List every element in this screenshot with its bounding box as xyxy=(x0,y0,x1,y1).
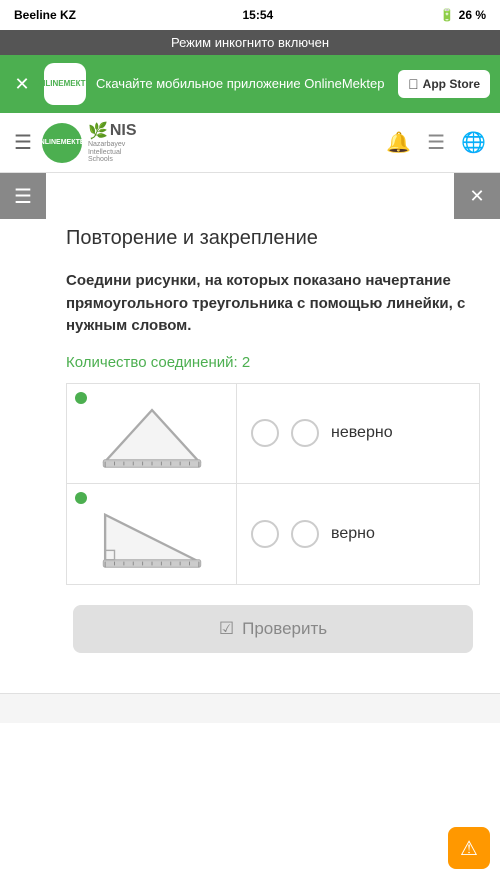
bottom-bar xyxy=(0,693,500,723)
check-button-area: ☑ Проверить xyxy=(66,585,480,673)
app-store-label: App Store xyxy=(423,77,480,91)
radio-button-1b[interactable] xyxy=(291,419,319,447)
content-wrapper: ☰ ✕ Повторение и закрепление Соедини рис… xyxy=(0,173,500,693)
nis-top: 🌿 NIS xyxy=(88,121,137,141)
battery-icon: 🔋 xyxy=(440,8,455,22)
leaf-icon: 🌿 xyxy=(88,121,108,141)
sidebar-toggle-button[interactable]: ☰ xyxy=(0,173,46,219)
promo-description: Скачайте мобильное приложение OnlineMekt… xyxy=(96,76,388,93)
match-row: неверно xyxy=(67,384,479,484)
radio-group-1 xyxy=(251,419,319,447)
match-container: неверно xyxy=(66,383,480,585)
carrier-text: Beeline KZ xyxy=(14,8,76,22)
promo-banner: ✕ ONLINE МЕКТЕП Скачайте мобильное прило… xyxy=(0,55,500,113)
page-title: Повторение и закрепление xyxy=(66,227,480,250)
nav-icons: 🔔 ☰ 🌐 xyxy=(386,130,486,155)
warning-icon: ⚠ xyxy=(460,836,478,861)
radio-group-2 xyxy=(251,520,319,548)
match-word-2: верно xyxy=(331,525,465,543)
check-icon: ☑ xyxy=(219,619,234,639)
globe-icon[interactable]: 🌐 xyxy=(461,130,486,155)
incognito-bar: Режим инкогнито включен xyxy=(0,30,500,55)
list-icon[interactable]: ☰ xyxy=(427,130,445,155)
match-right-2: верно xyxy=(237,484,479,584)
nis-subtitle: NazarbayevIntellectualSchools xyxy=(88,141,125,164)
nis-logo: 🌿 NIS NazarbayevIntellectualSchools xyxy=(88,121,137,164)
apple-icon:  xyxy=(408,76,419,92)
radio-button-1a[interactable] xyxy=(251,419,279,447)
match-word-1: неверно xyxy=(331,424,465,442)
battery-text: 🔋 26 % xyxy=(440,8,486,22)
promo-logo: ONLINE МЕКТЕП xyxy=(44,63,86,105)
close-button[interactable]: ✕ xyxy=(454,173,500,219)
match-right-1: неверно xyxy=(237,384,479,483)
match-image-left-2 xyxy=(67,484,237,584)
bell-icon[interactable]: 🔔 xyxy=(386,130,411,155)
radio-button-2a[interactable] xyxy=(251,520,279,548)
connections-count: Количество соединений: 2 xyxy=(66,354,480,371)
time-text: 15:54 xyxy=(243,8,274,22)
connected-indicator xyxy=(75,492,87,504)
nav-bar: ☰ ONLINE МЕКТЕП 🌿 NIS NazarbayevIntellec… xyxy=(0,113,500,173)
task-description: Соедини рисунки, на которых показано нач… xyxy=(66,270,480,338)
radio-button-2b[interactable] xyxy=(291,520,319,548)
promo-close-icon[interactable]: ✕ xyxy=(10,74,34,95)
nis-label: NIS xyxy=(110,122,137,140)
main-content: Повторение и закрепление Соедини рисунки… xyxy=(0,173,500,693)
check-label: Проверить xyxy=(242,619,327,639)
incognito-text: Режим инкогнито включен xyxy=(171,35,329,50)
warning-badge[interactable]: ⚠ xyxy=(448,827,490,869)
app-store-button[interactable]:  App Store xyxy=(398,70,490,98)
triangle-image-2 xyxy=(92,496,212,571)
check-button[interactable]: ☑ Проверить xyxy=(73,605,473,653)
online-mektep-logo: ONLINE МЕКТЕП xyxy=(42,123,82,163)
match-image-left-1 xyxy=(67,384,237,483)
nav-logo-area: ONLINE МЕКТЕП 🌿 NIS NazarbayevIntellectu… xyxy=(42,121,376,164)
status-bar: Beeline KZ 15:54 🔋 26 % xyxy=(0,0,500,30)
connected-indicator xyxy=(75,392,87,404)
triangle-image-1 xyxy=(92,396,212,471)
match-row: верно xyxy=(67,484,479,584)
hamburger-icon[interactable]: ☰ xyxy=(14,130,32,155)
